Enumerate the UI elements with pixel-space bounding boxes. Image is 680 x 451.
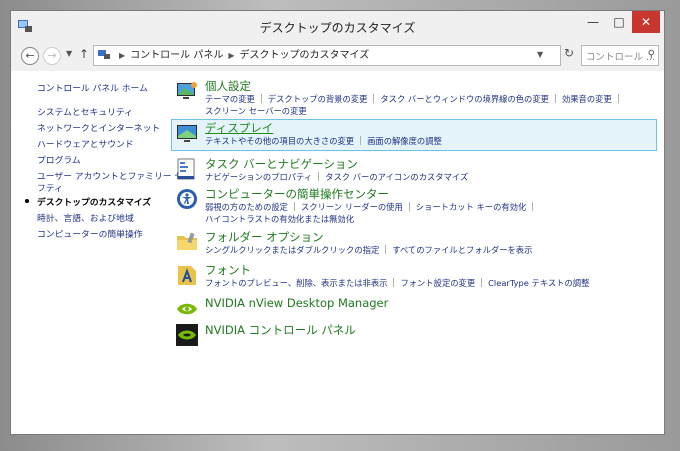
link-show-all-files[interactable]: すべてのファイルとフォルダーを表示 — [392, 245, 532, 255]
breadcrumb-separator-icon: ▶ — [119, 51, 126, 60]
link-customize-taskbar-icons[interactable]: タスク バーのアイコンのカスタマイズ — [325, 172, 468, 182]
link-change-sounds[interactable]: 効果音の変更 — [562, 94, 612, 104]
category-personalization: 個人設定 テーマの変更 デスクトップの背景の変更 タスク バーとウィンドウの境界線の… — [171, 77, 657, 117]
taskbar-icon[interactable] — [175, 157, 199, 181]
forward-button[interactable]: → — [43, 47, 61, 65]
address-bar: ← → ▼ ↑ ▶ コントロール パネル ▶ デスクトップのカスタマイズ ▼ ↻ コン… — [11, 41, 664, 71]
category-fonts: フォント フォントのプレビュー、削除、表示または非表示 フォント設定の変更 Clea… — [171, 261, 657, 289]
taskbar-links: ナビゲーションのプロパティ タスク バーのアイコンのカスタマイズ — [205, 171, 468, 183]
breadcrumb[interactable]: ▶ コントロール パネル ▶ デスクトップのカスタマイズ — [93, 45, 561, 66]
search-input[interactable]: コントロール ... ⚲ — [581, 45, 659, 66]
folder-options-title[interactable]: フォルダー オプション — [205, 229, 324, 245]
category-display[interactable]: ディスプレイ テキストやその他の項目の大きさの変更 画面の解像度の調整 — [171, 119, 657, 151]
sidebar-item-hardware-sound[interactable]: ハードウェアとサウンド — [37, 137, 134, 150]
title-bar[interactable]: デスクトップのカスタマイズ — □ ✕ — [11, 11, 664, 41]
category-nvidia-nview: NVIDIA nView Desktop Manager — [171, 295, 657, 319]
link-divider — [385, 245, 387, 254]
link-change-border-color[interactable]: タスク バーとウィンドウの境界線の色の変更 — [380, 94, 549, 104]
link-single-double-click[interactable]: シングルクリックまたはダブルクリックの指定 — [205, 245, 379, 255]
ease-of-access-links: 弱視の方のための設定 スクリーン リーダーの使用 ショートカット キーの有効化 — [205, 201, 539, 213]
ease-of-access-center-title[interactable]: コンピューターの簡単操作センター — [205, 186, 389, 202]
back-button[interactable]: ← — [21, 47, 39, 65]
up-arrow-icon[interactable]: ↑ — [79, 47, 89, 61]
link-divider — [481, 278, 483, 287]
link-font-settings[interactable]: フォント設定の変更 — [400, 278, 475, 288]
close-button[interactable]: ✕ — [632, 11, 660, 33]
display-links: テキストやその他の項目の大きさの変更 画面の解像度の調整 — [205, 135, 442, 147]
minimize-button[interactable]: — — [580, 11, 606, 33]
link-divider — [554, 94, 556, 103]
link-change-theme[interactable]: テーマの変更 — [205, 94, 255, 104]
sidebar-item-control-panel-home[interactable]: コントロール パネル ホーム — [37, 81, 148, 94]
sidebar-item-clock-language-region[interactable]: 時計、言語、および地域 — [37, 211, 134, 224]
taskbar-navigation-title[interactable]: タスク バーとナビゲーション — [205, 156, 358, 172]
breadcrumb-control-panel[interactable]: コントロール パネル — [130, 50, 223, 61]
sidebar-item-user-accounts-cont[interactable]: フティ — [37, 181, 63, 194]
breadcrumb-separator-icon: ▶ — [228, 51, 235, 60]
link-divider — [360, 136, 362, 145]
breadcrumb-desktop-customization[interactable]: デスクトップのカスタマイズ — [240, 50, 370, 61]
link-divider — [532, 202, 534, 211]
personalization-title[interactable]: 個人設定 — [205, 78, 251, 94]
nvidia-nview-title[interactable]: NVIDIA nView Desktop Manager — [205, 296, 388, 310]
nvidia-control-panel-title[interactable]: NVIDIA コントロール パネル — [205, 322, 356, 338]
link-change-screensaver[interactable]: スクリーン セーバーの変更 — [205, 106, 307, 116]
nvidia-nview-icon[interactable] — [175, 297, 199, 321]
link-divider — [318, 172, 320, 181]
link-toggle-high-contrast[interactable]: ハイコントラストの有効化または無効化 — [205, 214, 354, 224]
category-nvidia-control-panel: NVIDIA コントロール パネル — [171, 321, 657, 347]
refresh-icon[interactable]: ↻ — [559, 46, 579, 65]
category-ease-of-access-center: コンピューターの簡単操作センター 弱視の方のための設定 スクリーン リーダーの使用… — [171, 185, 657, 225]
link-use-screen-reader[interactable]: スクリーン リーダーの使用 — [301, 202, 403, 212]
link-low-vision-settings[interactable]: 弱視の方のための設定 — [205, 202, 288, 212]
fonts-links: フォントのプレビュー、削除、表示または非表示 フォント設定の変更 ClearType… — [205, 277, 589, 289]
sidebar-item-system-security[interactable]: システムとセキュリティ — [37, 105, 133, 118]
address-dropdown-chevron-icon[interactable]: ▼ — [537, 50, 543, 59]
folder-options-links: シングルクリックまたはダブルクリックの指定 すべてのファイルとフォルダーを表示 — [205, 244, 532, 256]
ease-of-access-icon[interactable] — [175, 187, 199, 211]
personalization-icon[interactable] — [175, 79, 199, 103]
sidebar-item-ease-of-access[interactable]: コンピューターの簡単操作 — [37, 227, 143, 240]
search-icon[interactable]: ⚲ — [648, 49, 655, 60]
category-taskbar-navigation: タスク バーとナビゲーション ナビゲーションのプロパティ タスク バーのアイコンの… — [171, 155, 657, 183]
display-icon[interactable] — [175, 121, 199, 145]
personalization-links: テーマの変更 デスクトップの背景の変更 タスク バーとウィンドウの境界線の色の変更 効… — [205, 93, 625, 105]
maximize-button[interactable]: □ — [606, 11, 632, 33]
control-panel-icon — [98, 50, 110, 59]
personalization-links-row2: スクリーン セーバーの変更 — [205, 105, 307, 117]
link-change-background[interactable]: デスクトップの背景の変更 — [268, 94, 368, 104]
link-enable-shortcut-keys[interactable]: ショートカット キーの有効化 — [416, 202, 527, 212]
link-divider — [393, 278, 395, 287]
link-adjust-resolution[interactable]: 画面の解像度の調整 — [367, 136, 442, 146]
sidebar-item-network-internet[interactable]: ネットワークとインターネット — [37, 121, 160, 134]
link-divider — [260, 94, 262, 103]
nvidia-control-panel-icon[interactable] — [175, 323, 199, 347]
display-title[interactable]: ディスプレイ — [205, 120, 273, 136]
search-placeholder: コントロール ... — [586, 52, 656, 63]
category-folder-options: フォルダー オプション シングルクリックまたはダブルクリックの指定 すべてのファイ… — [171, 228, 657, 256]
sidebar-item-programs[interactable]: プログラム — [37, 153, 81, 166]
window-title: デスクトップのカスタマイズ — [259, 21, 416, 35]
link-preview-fonts[interactable]: フォントのプレビュー、削除、表示または非表示 — [205, 278, 387, 288]
control-panel-window: デスクトップのカスタマイズ — □ ✕ ← → ▼ ↑ ▶ コントロール パネル ▶… — [10, 10, 665, 435]
link-navigation-properties[interactable]: ナビゲーションのプロパティ — [205, 172, 312, 182]
fonts-icon[interactable] — [175, 263, 199, 287]
link-divider — [617, 94, 619, 103]
folder-icon[interactable] — [175, 230, 199, 254]
sidebar-item-desktop-customization: デスクトップのカスタマイズ — [37, 198, 152, 208]
recent-locations-chevron-icon[interactable]: ▼ — [66, 49, 72, 58]
link-divider — [408, 202, 410, 211]
current-page-bullet-icon — [25, 199, 29, 203]
link-cleartype[interactable]: ClearType テキストの調整 — [488, 278, 589, 288]
link-divider — [373, 94, 375, 103]
ease-of-access-links-row2: ハイコントラストの有効化または無効化 — [205, 213, 354, 225]
link-change-text-size[interactable]: テキストやその他の項目の大きさの変更 — [205, 136, 354, 146]
link-divider — [293, 202, 295, 211]
fonts-title[interactable]: フォント — [205, 262, 251, 278]
